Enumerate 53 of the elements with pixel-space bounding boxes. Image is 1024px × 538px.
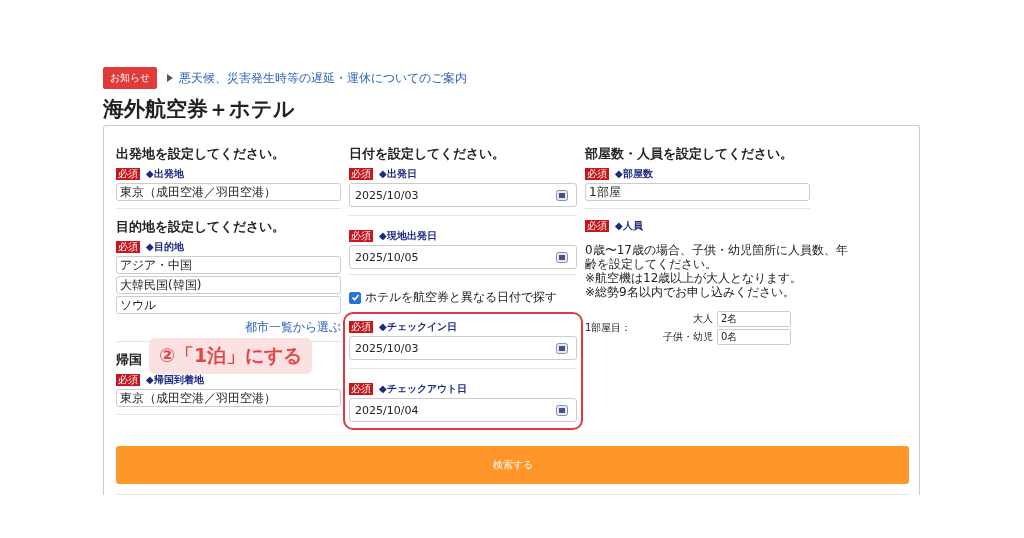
required-badge: 必須: [349, 383, 373, 395]
required-badge: 必須: [116, 241, 140, 253]
required-badge: 必須: [116, 374, 140, 386]
field-label: ◆目的地: [146, 240, 184, 254]
required-badge: 必須: [349, 321, 373, 333]
date-field[interactable]: 2025/10/03: [349, 336, 577, 360]
select-field[interactable]: 東京（成田空港／羽田空港）: [116, 389, 341, 407]
required-badge: 必須: [585, 220, 609, 232]
note-text: ※総勢9名以内でお申し込みください。: [585, 285, 796, 299]
note-text: 0歳〜17歳の場合、子供・幼児箇所に人員数、年齢を設定してください。: [585, 243, 849, 271]
select-field[interactable]: ソウル: [116, 296, 341, 314]
field-label: ◆出発地: [146, 167, 184, 181]
section-heading: 日付を設定してください。: [349, 146, 505, 162]
field-label: ◆帰国到着地: [146, 373, 204, 387]
note-text: ※航空機は12歳以上が大人となります。: [585, 271, 804, 285]
room-label: 1部屋目：: [585, 321, 633, 335]
select-field[interactable]: アジア・中国: [116, 256, 341, 274]
section-heading: 目的地を設定してください。: [116, 219, 285, 235]
count-label: 大人: [693, 312, 713, 326]
select-field[interactable]: 1部屋: [585, 183, 810, 201]
section-heading: 帰国: [116, 352, 142, 368]
field-label: ◆出発日: [379, 167, 417, 181]
select-field[interactable]: 大韓民国(韓国): [116, 276, 341, 294]
checkbox-label: ホテルを航空券と異なる日付で探す: [365, 289, 557, 306]
section-heading: 出発地を設定してください。: [116, 146, 285, 162]
required-badge: 必須: [349, 168, 373, 180]
section-heading: 部屋数・人員を設定してください。: [585, 146, 793, 162]
select-field[interactable]: 東京（成田空港／羽田空港）: [116, 183, 341, 201]
count-label: 子供・幼児: [663, 330, 713, 344]
field-label: ◆人員: [615, 219, 643, 233]
required-badge: 必須: [585, 168, 609, 180]
required-badge: 必須: [116, 168, 140, 180]
field-label: ◆現地出発日: [379, 229, 437, 243]
calendar-icon[interactable]: [556, 189, 568, 201]
date-field[interactable]: 2025/10/04: [349, 398, 577, 422]
calendar-icon[interactable]: [556, 404, 568, 416]
field-label: ◆チェックイン日: [379, 320, 457, 334]
required-badge: 必須: [349, 230, 373, 242]
date-field[interactable]: 2025/10/03: [349, 183, 577, 207]
city-list-link[interactable]: 都市一覧から選ぶ: [245, 320, 341, 334]
field-label: ◆部屋数: [615, 167, 653, 181]
count-field[interactable]: 2名: [717, 311, 791, 327]
callout-annotation: ②「1泊」にする: [149, 338, 313, 374]
notice-badge: お知らせ: [103, 67, 157, 89]
count-field[interactable]: 0名: [717, 329, 791, 345]
page-title: 海外航空券＋ホテル: [103, 96, 296, 122]
notice-link[interactable]: 悪天候、災害発生時等の遅延・運休についてのご案内: [179, 69, 467, 87]
field-label: ◆チェックアウト日: [379, 382, 467, 396]
date-field[interactable]: 2025/10/05: [349, 245, 577, 269]
calendar-icon[interactable]: [556, 251, 568, 263]
checkbox[interactable]: [349, 291, 361, 304]
calendar-icon[interactable]: [556, 342, 568, 354]
triangle-icon: [167, 74, 173, 82]
